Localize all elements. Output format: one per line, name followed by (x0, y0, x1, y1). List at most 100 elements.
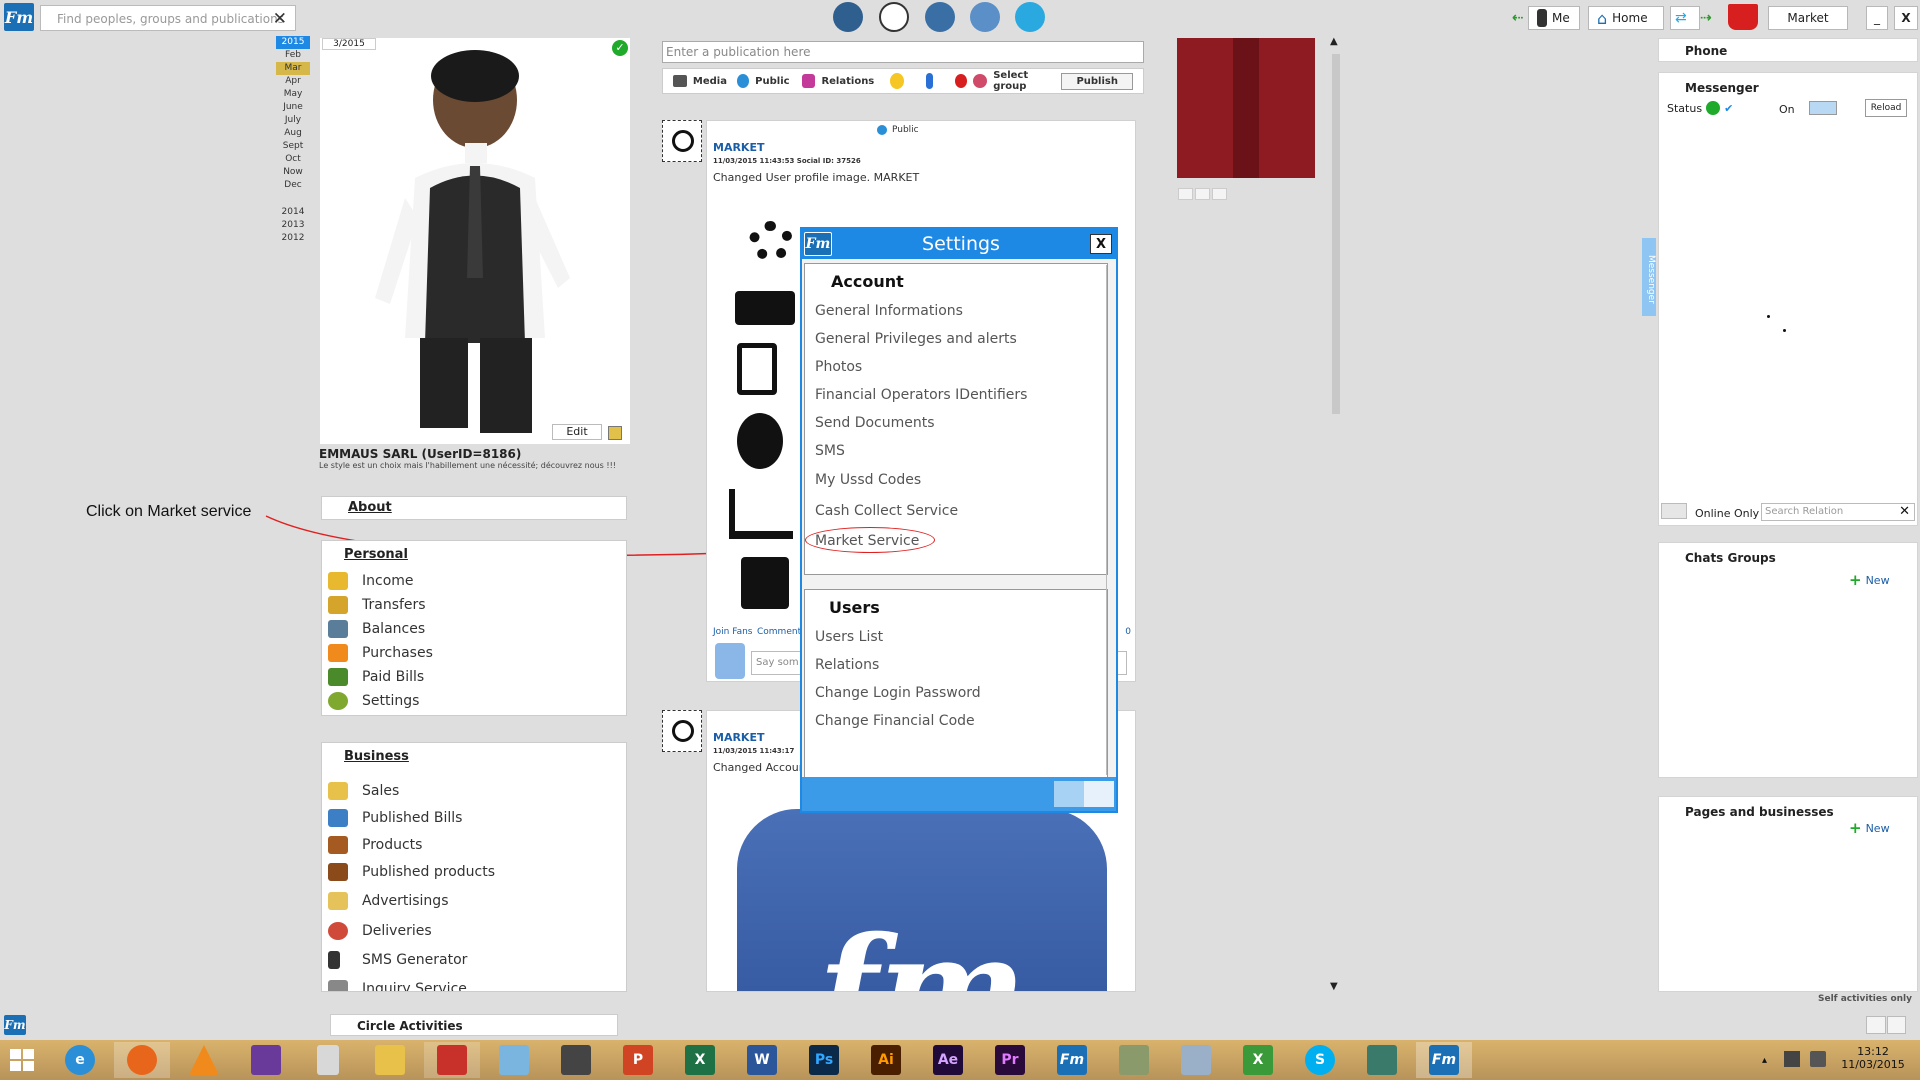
publish-button[interactable]: Publish (1061, 72, 1133, 90)
menu-item-sales[interactable]: Sales (328, 777, 626, 804)
shopping-basket-icon[interactable] (1728, 4, 1758, 30)
reaction-count[interactable]: 0 (1125, 627, 1131, 637)
month-may[interactable]: May (276, 88, 310, 101)
menu-item-settings[interactable]: Settings (328, 689, 626, 713)
relations-button[interactable]: Relations (821, 76, 874, 87)
join-fans-link[interactable]: Join Fans (713, 627, 753, 637)
post-author-avatar[interactable] (662, 120, 702, 162)
taskbar-photoshop[interactable]: Ps (796, 1042, 852, 1078)
fm-logo[interactable]: Fm (4, 3, 34, 31)
menu-item-balances[interactable]: Balances (328, 617, 626, 641)
post-author-avatar[interactable] (662, 710, 702, 752)
status-toggle[interactable] (1809, 101, 1837, 115)
year-2013[interactable]: 2013 (276, 219, 310, 232)
taskbar-premiere[interactable]: Pr (982, 1042, 1038, 1078)
comment-link[interactable]: Comment (757, 627, 801, 637)
month-dec[interactable]: Dec (276, 179, 310, 192)
menu-item-deliveries[interactable]: Deliveries (328, 916, 626, 945)
menu-item-advertisings[interactable]: Advertisings (328, 885, 626, 916)
back-arrow-icon[interactable]: ⇠ (1512, 10, 1524, 26)
basket-icon[interactable] (1015, 2, 1045, 32)
pager-dot[interactable] (1178, 188, 1193, 200)
taskbar-word[interactable]: W (734, 1042, 790, 1078)
taskbar-paint[interactable] (486, 1042, 542, 1078)
taskbar-skype[interactable]: S (1292, 1042, 1348, 1078)
settings-item-market-service[interactable]: Market Service (805, 527, 1107, 555)
me-button[interactable]: Me (1528, 6, 1580, 30)
footer-button-a[interactable] (1054, 781, 1084, 807)
microphone-icon[interactable] (926, 73, 934, 89)
view-toggle-b[interactable] (1886, 1016, 1906, 1034)
settings-item-cash-collect[interactable]: Cash Collect Service (805, 495, 1107, 527)
minimize-button[interactable]: _ (1866, 6, 1888, 30)
month-apr[interactable]: Apr (276, 75, 310, 88)
phone-panel[interactable]: Phone (1658, 38, 1918, 62)
public-button[interactable]: Public (755, 76, 789, 87)
settings-item-users-list[interactable]: Users List (805, 623, 1107, 651)
people-icon[interactable] (925, 2, 955, 32)
settings-item-photos[interactable]: Photos (805, 353, 1107, 381)
pager-dot[interactable] (1212, 188, 1227, 200)
taskbar-explorer[interactable] (362, 1042, 418, 1078)
month-feb[interactable]: Feb (276, 49, 310, 62)
taskbar-vlc[interactable] (176, 1042, 232, 1078)
taskbar-fm-app-2[interactable]: Fm (1416, 1042, 1472, 1078)
settings-item-change-financial-code[interactable]: Change Financial Code (805, 707, 1107, 735)
settings-item-ussd-codes[interactable]: My Ussd Codes (805, 465, 1107, 495)
month-june[interactable]: June (276, 101, 310, 114)
pager-dot[interactable] (1195, 188, 1210, 200)
search-input[interactable]: Find peoples, groups and publications ✕ (40, 5, 296, 31)
home-button[interactable]: ⌂ Home (1588, 6, 1664, 30)
about-panel[interactable]: About (321, 496, 627, 520)
close-window-button[interactable]: X (1894, 6, 1918, 30)
taskbar-calculator[interactable] (300, 1042, 356, 1078)
messenger-side-tab[interactable]: Messenger (1642, 238, 1656, 316)
smiley-icon[interactable] (890, 73, 905, 89)
product-thumbnail-shirt[interactable] (1177, 38, 1315, 178)
taskbar-powerpoint[interactable]: P (610, 1042, 666, 1078)
month-sept[interactable]: Sept (276, 140, 310, 153)
globe-public-icon[interactable] (736, 74, 750, 88)
reload-button[interactable]: Reload (1865, 99, 1907, 117)
post-author[interactable]: MARKET (713, 731, 764, 744)
no-entry-icon[interactable] (955, 74, 968, 88)
money-icon[interactable] (833, 2, 863, 32)
new-page-button[interactable]: + New (1849, 819, 1890, 837)
scroll-up-icon[interactable]: ▲ (1330, 36, 1338, 47)
settings-item-send-documents[interactable]: Send Documents (805, 409, 1107, 437)
status-online-icon[interactable] (1706, 101, 1721, 115)
swap-button[interactable]: ⇄ (1670, 6, 1700, 30)
clock[interactable]: 13:12 11/03/2015 (1840, 1045, 1906, 1071)
online-only-toggle[interactable] (1661, 503, 1687, 519)
close-dialog-button[interactable]: X (1090, 234, 1112, 254)
post-author[interactable]: MARKET (713, 141, 764, 154)
menu-item-products[interactable]: Products (328, 831, 626, 858)
taskbar-visual-studio[interactable] (238, 1042, 294, 1078)
settings-scrollbar[interactable] (1106, 265, 1112, 775)
photo-gallery-icon[interactable] (608, 426, 622, 440)
search-relation-input[interactable]: Search Relation ✕ (1761, 503, 1915, 521)
settings-item-change-login-password[interactable]: Change Login Password (805, 679, 1107, 707)
network-status-icon[interactable] (1784, 1051, 1800, 1067)
taskbar-image-viewer[interactable] (1168, 1042, 1224, 1078)
footer-button-b[interactable] (1084, 781, 1114, 807)
taskbar-illustrator[interactable]: Ai (858, 1042, 914, 1078)
settings-item-general-privileges[interactable]: General Privileges and alerts (805, 325, 1107, 353)
taskbar-camera[interactable] (548, 1042, 604, 1078)
volume-icon[interactable] (1810, 1051, 1826, 1067)
media-button[interactable]: Media (693, 76, 727, 87)
clear-relation-icon[interactable]: ✕ (1899, 504, 1910, 519)
globe-icon[interactable] (879, 2, 909, 32)
fm-small-logo[interactable]: Fm (4, 1015, 26, 1035)
forward-arrow-icon[interactable]: ⇢ (1700, 10, 1712, 26)
clear-search-icon[interactable]: ✕ (273, 9, 287, 29)
select-group-button[interactable]: Select group (993, 70, 1055, 92)
taskbar-snipping[interactable] (424, 1042, 480, 1078)
settings-item-relations[interactable]: Relations (805, 651, 1107, 679)
taskbar-network[interactable] (1106, 1042, 1162, 1078)
edit-photo-button[interactable]: Edit (552, 424, 602, 440)
taskbar-ie[interactable]: e (52, 1042, 108, 1078)
settings-item-financial-operators[interactable]: Financial Operators IDentifiers (805, 381, 1107, 409)
taskbar-after-effects[interactable]: Ae (920, 1042, 976, 1078)
about-title[interactable]: About (348, 500, 392, 515)
